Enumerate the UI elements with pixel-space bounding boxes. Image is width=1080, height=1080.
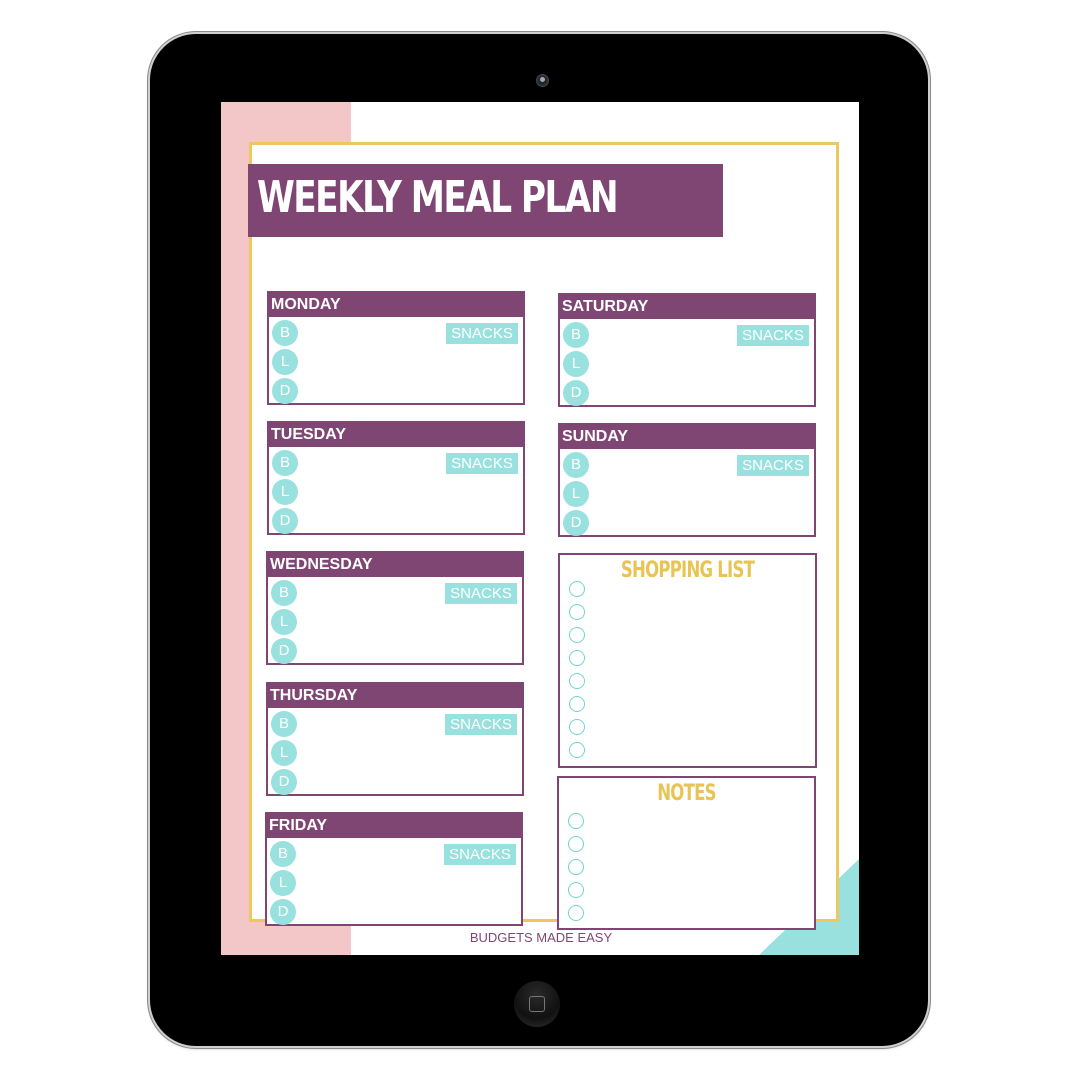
footer-brand: BUDGETS MADE EASY bbox=[469, 930, 613, 945]
checkbox-circle-icon[interactable] bbox=[568, 882, 584, 898]
checkbox-circle-icon[interactable] bbox=[569, 742, 585, 758]
snacks-label: SNACKS bbox=[737, 325, 809, 346]
day-block-sunday: SUNDAY B L D SNACKS bbox=[558, 423, 816, 537]
checkbox-circle-icon[interactable] bbox=[569, 627, 585, 643]
day-name: TUESDAY bbox=[269, 423, 523, 447]
breakfast-badge: B bbox=[563, 322, 589, 348]
day-name: FRIDAY bbox=[267, 814, 521, 838]
checkbox-circle-icon[interactable] bbox=[568, 905, 584, 921]
snacks-label: SNACKS bbox=[444, 844, 516, 865]
day-name: SUNDAY bbox=[560, 425, 814, 449]
lunch-badge: L bbox=[272, 479, 298, 505]
lunch-badge: L bbox=[271, 740, 297, 766]
breakfast-badge: B bbox=[272, 320, 298, 346]
day-name: MONDAY bbox=[269, 293, 523, 317]
checkbox-circle-icon[interactable] bbox=[568, 836, 584, 852]
day-block-wednesday: WEDNESDAY B L D SNACKS bbox=[266, 551, 524, 665]
dinner-badge: D bbox=[271, 638, 297, 664]
checkbox-circle-icon[interactable] bbox=[568, 859, 584, 875]
day-name: SATURDAY bbox=[560, 295, 814, 319]
snacks-label: SNACKS bbox=[446, 323, 518, 344]
day-name: THURSDAY bbox=[268, 684, 522, 708]
breakfast-badge: B bbox=[270, 841, 296, 867]
day-block-friday: FRIDAY B L D SNACKS bbox=[265, 812, 523, 926]
home-square-icon bbox=[529, 996, 545, 1012]
notes-title: NOTES bbox=[657, 781, 716, 806]
dinner-badge: D bbox=[272, 508, 298, 534]
dinner-badge: D bbox=[563, 380, 589, 406]
dinner-badge: D bbox=[563, 510, 589, 536]
snacks-label: SNACKS bbox=[445, 714, 517, 735]
checkbox-circle-icon[interactable] bbox=[569, 719, 585, 735]
breakfast-badge: B bbox=[563, 452, 589, 478]
day-block-tuesday: TUESDAY B L D SNACKS bbox=[267, 421, 525, 535]
day-name: WEDNESDAY bbox=[268, 553, 522, 577]
day-block-thursday: THURSDAY B L D SNACKS bbox=[266, 682, 524, 796]
day-block-monday: MONDAY B L D SNACKS bbox=[267, 291, 525, 405]
checkbox-circle-icon[interactable] bbox=[569, 604, 585, 620]
day-block-saturday: SATURDAY B L D SNACKS bbox=[558, 293, 816, 407]
lunch-badge: L bbox=[563, 351, 589, 377]
lunch-badge: L bbox=[271, 609, 297, 635]
checkbox-circle-icon[interactable] bbox=[568, 813, 584, 829]
breakfast-badge: B bbox=[271, 580, 297, 606]
checkbox-circle-icon[interactable] bbox=[569, 696, 585, 712]
breakfast-badge: B bbox=[271, 711, 297, 737]
lunch-badge: L bbox=[272, 349, 298, 375]
dinner-badge: D bbox=[270, 899, 296, 925]
checkbox-circle-icon[interactable] bbox=[569, 650, 585, 666]
checkbox-circle-icon[interactable] bbox=[569, 581, 585, 597]
lunch-badge: L bbox=[270, 870, 296, 896]
notes-box: NOTES bbox=[557, 776, 816, 930]
home-button[interactable] bbox=[514, 981, 560, 1027]
dinner-badge: D bbox=[271, 769, 297, 795]
breakfast-badge: B bbox=[272, 450, 298, 476]
title-banner: WEEKLY MEAL PLAN bbox=[248, 164, 723, 237]
tablet-device: WEEKLY MEAL PLAN MONDAY B L D SNACKS TUESDAY B… bbox=[150, 34, 928, 1046]
camera-icon bbox=[536, 74, 549, 87]
checkbox-circle-icon[interactable] bbox=[569, 673, 585, 689]
page-title: WEEKLY MEAL PLAN bbox=[257, 172, 619, 223]
screen: WEEKLY MEAL PLAN MONDAY B L D SNACKS TUESDAY B… bbox=[221, 102, 859, 955]
lunch-badge: L bbox=[563, 481, 589, 507]
shopping-list-title: SHOPPING LIST bbox=[620, 558, 755, 583]
snacks-label: SNACKS bbox=[445, 583, 517, 604]
snacks-label: SNACKS bbox=[737, 455, 809, 476]
dinner-badge: D bbox=[272, 378, 298, 404]
shopping-list-box: SHOPPING LIST bbox=[558, 553, 817, 768]
snacks-label: SNACKS bbox=[446, 453, 518, 474]
